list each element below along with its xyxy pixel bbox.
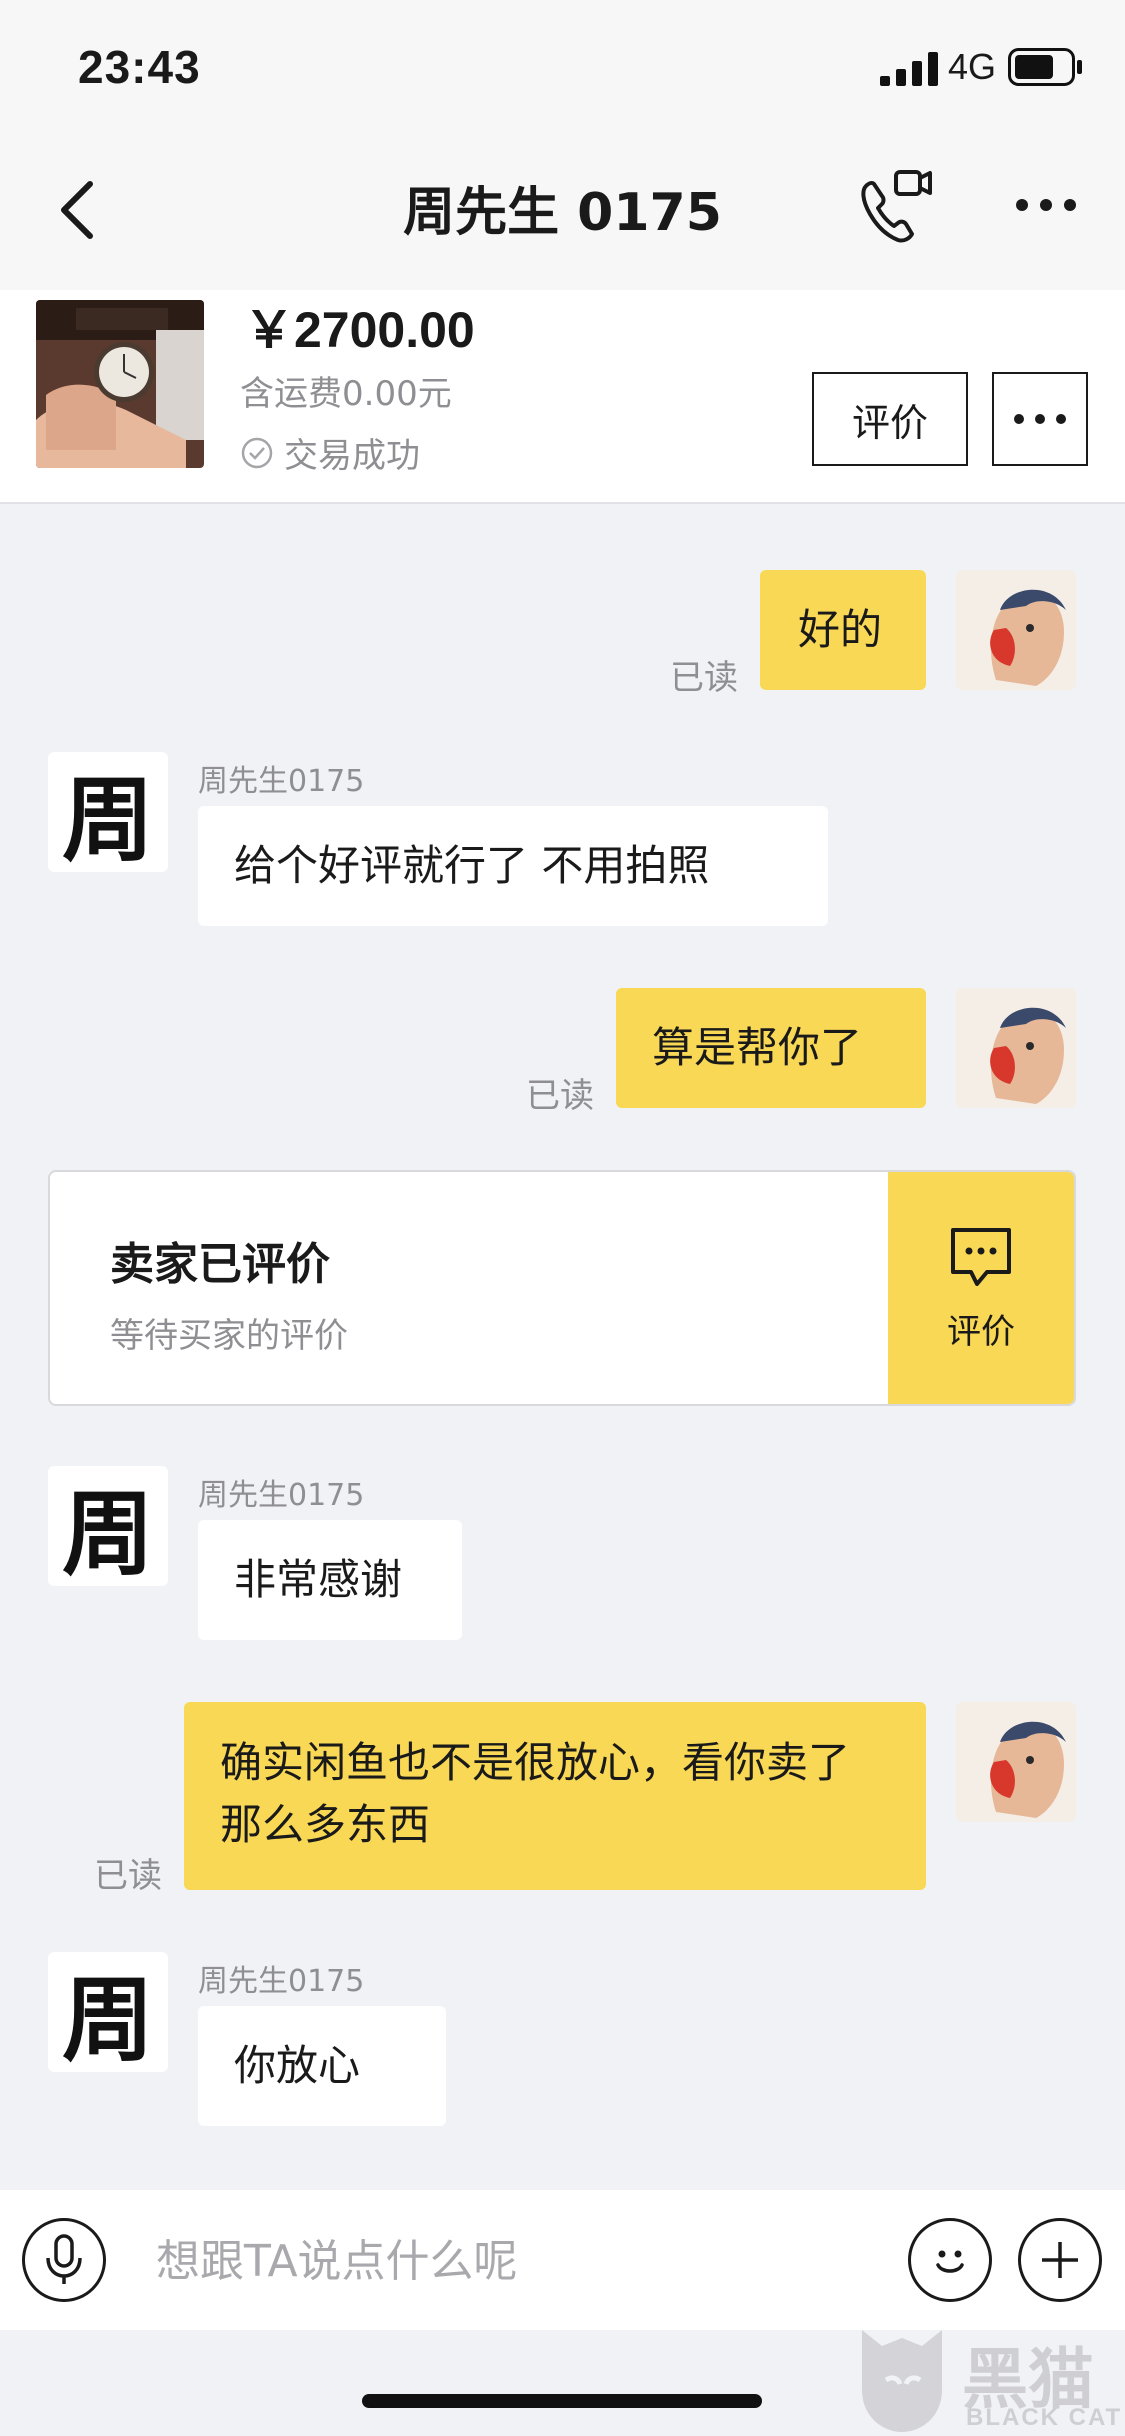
sender-name: 周先生0175 [198,764,365,799]
message-bubble-incoming[interactable]: 非常感谢 [198,1520,462,1640]
status-bar: 23:43 4G [0,0,1125,140]
deal-status: 交易成功 [240,428,420,477]
home-indicator[interactable] [362,2394,762,2408]
product-card[interactable]: ￥2700.00 含运费0.00元 交易成功 评价 [0,290,1125,504]
message-bubble-incoming[interactable]: 你放心 [198,2006,446,2126]
product-more-button[interactable] [992,372,1088,466]
video-call-icon[interactable] [852,160,932,250]
sender-name: 周先生0175 [198,1964,365,1999]
nav-bar: 周先生 0175 [0,140,1125,290]
chat-bubble-icon [951,1227,1011,1286]
shipping-fee: 含运费0.00元 [240,374,452,414]
message-bubble-outgoing[interactable]: 好的 [760,570,926,690]
more-actions-button[interactable] [1018,2218,1102,2302]
watermark-text-en: BLACK CAT [966,2404,1123,2431]
smiley-icon [936,2250,964,2273]
review-card-button[interactable]: 评价 [888,1172,1074,1404]
review-card-button-label: 评价 [947,1311,1015,1352]
message-bubble-outgoing[interactable]: 算是帮你了 [616,988,926,1108]
sender-name: 周先生0175 [198,1478,365,1513]
seller-avatar-char: 周 [61,765,154,873]
seller-avatar-char: 周 [61,1479,154,1587]
emoji-button[interactable] [908,2218,992,2302]
seller-avatar-char: 周 [61,1965,154,2073]
voice-button[interactable] [22,2218,106,2302]
read-receipt: 已读 [526,1076,594,1116]
input-bar [0,2190,1125,2330]
seller-avatar[interactable]: 周 [48,1952,168,2072]
more-icon [1014,414,1066,424]
deal-status-label: 交易成功 [284,436,420,476]
user-avatar[interactable] [956,570,1076,690]
microphone-icon [46,2234,82,2284]
seller-avatar[interactable]: 周 [48,752,168,872]
signal-icon [880,52,938,86]
review-button[interactable]: 评价 [812,372,968,466]
user-avatar[interactable] [956,988,1076,1108]
read-receipt: 已读 [670,658,738,698]
chat-screen: 23:43 4G 周先生 0175 ￥2700.00 含运费0.00元 交易成功… [0,0,1125,2436]
review-card-subtitle: 等待买家的评价 [110,1316,348,1356]
plus-icon [1042,2242,1078,2278]
battery-icon [1008,48,1082,86]
product-thumbnail[interactable] [36,300,204,468]
more-icon[interactable] [1012,194,1080,216]
product-price: ￥2700.00 [244,302,475,358]
watermark: 黑猫 BLACK CAT [852,2320,1124,2436]
message-bubble-outgoing[interactable]: 确实闲鱼也不是很放心，看你卖了那么多东西 [184,1702,926,1890]
message-bubble-incoming[interactable]: 给个好评就行了 不用拍照 [198,806,828,926]
review-card-title: 卖家已评价 [110,1239,330,1290]
chat-title: 周先生 0175 [403,183,722,243]
review-status-card[interactable]: 卖家已评价 等待买家的评价 评价 [48,1170,1076,1406]
seller-avatar[interactable]: 周 [48,1466,168,1586]
check-circle-icon [241,437,273,468]
network-label: 4G [948,46,997,87]
black-cat-logo-icon [862,2330,942,2432]
read-receipt: 已读 [94,1856,162,1896]
message-input[interactable] [154,2230,858,2292]
user-avatar[interactable] [956,1702,1076,1822]
status-time: 23:43 [78,41,201,93]
